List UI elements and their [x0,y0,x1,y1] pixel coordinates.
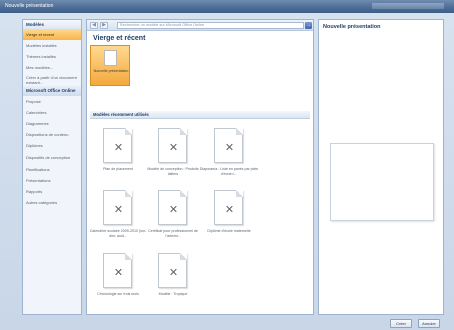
title-bar: Nouvelle présentation [0,0,454,13]
category-plans[interactable]: Planifications [23,164,81,175]
gallery-title: Vierge et récent [93,35,146,42]
template-document-icon: ✕ [103,190,132,225]
template-document-icon: ✕ [158,128,187,163]
template-item[interactable]: ✕ Diaporama : Liste en pavés par plein d… [199,128,259,188]
template-item[interactable]: ✕ Calendrier scolaire 2009-2010 (lun-dim… [88,190,148,250]
cancel-button[interactable]: Annuler [418,319,440,328]
template-document-icon: ✕ [103,128,132,163]
category-diplomas[interactable]: Diplômes [23,140,81,151]
template-gallery: ◀ ▶ Rechercher un modèle sur Microsoft O… [86,19,314,315]
category-blank-recent[interactable]: Vierge et récent [23,29,81,40]
template-label: Chronologie sur trois mois [97,292,139,296]
blank-document-icon [104,50,117,66]
forward-arrow-icon[interactable]: ▶ [100,22,108,29]
category-installed-themes[interactable]: Thèmes installés [23,51,81,62]
window-controls[interactable] [372,3,444,9]
recent-templates-header: Modèles récemment utilisés [90,111,310,119]
template-document-icon: ✕ [103,253,132,288]
search-input[interactable]: Rechercher un modèle sur Microsoft Offic… [117,22,304,29]
template-item[interactable]: ✕ Modèle : Tropique [143,253,203,313]
categories-header: Modèles [23,20,81,29]
window-title: Nouvelle présentation [5,3,54,9]
template-label: Modèle : Tropique [158,292,188,296]
blank-presentation-tile[interactable]: Nouvelle présentation [90,45,130,86]
category-installed-templates[interactable]: Modèles installés [23,40,81,51]
dialog-frame: Modèles Vierge et récent Modèles install… [0,13,454,330]
back-arrow-icon[interactable]: ◀ [90,22,98,29]
online-section-header: Microsoft Office Online [23,86,81,96]
search-go-icon[interactable]: → [305,22,312,29]
category-content-layouts[interactable]: Dispositions de contenu [23,129,81,140]
template-label: Diaporama : Liste en pavés par plein d'é… [199,167,259,176]
template-categories: Modèles Vierge et récent Modèles install… [22,19,82,315]
template-document-icon: ✕ [214,190,243,225]
category-calendars[interactable]: Calendriers [23,107,81,118]
template-item[interactable]: ✕ Diplôme d'école maternelle [199,190,259,250]
template-document-icon: ✕ [214,128,243,163]
template-document-icon: ✕ [158,253,187,288]
category-from-existing[interactable]: Créer à partir d'un document existant... [23,73,81,86]
template-label: Calendrier scolaire 2009-2010 (lun-dim; … [89,229,147,238]
template-item[interactable]: ✕ Chronologie sur trois mois [88,253,148,313]
template-label: Plan de placement [103,167,133,171]
preview-title: Nouvelle présentation [323,24,381,30]
create-button[interactable]: Créer [390,319,412,328]
category-design-slides[interactable]: Dispositifs de conception [23,151,81,164]
category-diagrams[interactable]: Diagrammes [23,118,81,129]
template-label: Certificat pour professionnel de l'admin… [148,229,198,238]
category-my-templates[interactable]: Mes modèles... [23,62,81,73]
slide-preview [330,143,434,221]
category-presentations[interactable]: Présentations [23,175,81,186]
template-document-icon: ✕ [158,190,187,225]
blank-presentation-label: Nouvelle présentation [93,69,129,73]
category-more[interactable]: Autres catégories [23,197,81,208]
preview-pane: Nouvelle présentation [318,19,444,315]
template-label: Modèle de conception : Produits laitiers [147,167,199,176]
template-item[interactable]: ✕ Modèle de conception : Produits laitie… [143,128,203,188]
template-item[interactable]: ✕ Certificat pour professionnel de l'adm… [143,190,203,250]
category-reports[interactable]: Rapports [23,186,81,197]
template-label: Diplôme d'école maternelle [207,229,251,233]
template-item[interactable]: ✕ Plan de placement [88,128,148,188]
category-featured[interactable]: Proposé [23,96,81,107]
gallery-toolbar: ◀ ▶ Rechercher un modèle sur Microsoft O… [87,20,313,31]
